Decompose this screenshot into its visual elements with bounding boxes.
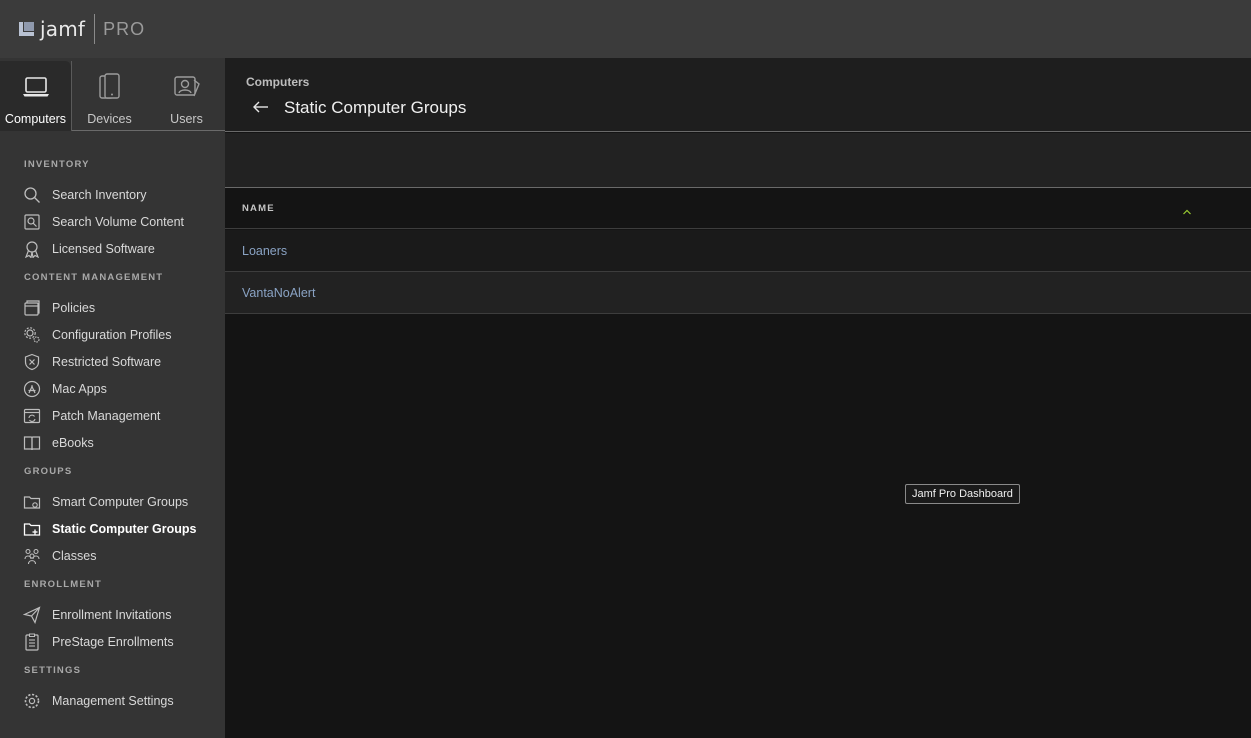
sidebar-item-label: eBooks (52, 436, 94, 450)
jamf-logo-mark-icon (18, 20, 36, 38)
logo-divider (94, 14, 96, 44)
sidebar-item-mac-apps[interactable]: Mac Apps (22, 378, 107, 400)
group-link[interactable]: VantaNoAlert (242, 286, 315, 300)
tab-computers[interactable]: Computers (0, 61, 71, 131)
sidebar-item-label: Enrollment Invitations (52, 608, 172, 622)
back-arrow-icon[interactable] (252, 98, 270, 116)
volume-content-icon (22, 212, 42, 232)
sidebar-item-label: Mac Apps (52, 382, 107, 396)
sidebar-item-classes[interactable]: Classes (22, 545, 96, 567)
column-header-name[interactable]: NAME (242, 203, 275, 214)
sidebar-item-label: Patch Management (52, 409, 161, 423)
sidebar: Computers Devices Users INVENTORY Search… (0, 58, 225, 738)
tab-label: Computers (4, 112, 67, 126)
tab-devices[interactable]: Devices (72, 61, 147, 131)
sidebar-item-licensed-software[interactable]: Licensed Software (22, 238, 155, 260)
breadcrumb[interactable]: Computers (246, 75, 309, 89)
sidebar-item-label: Policies (52, 301, 96, 315)
sidebar-item-enrollment-invitations[interactable]: Enrollment Invitations (22, 604, 172, 626)
book-icon (22, 433, 42, 453)
checklist-icon (22, 632, 42, 652)
section-content-management: CONTENT MANAGEMENT (24, 272, 164, 283)
group-link[interactable]: Loaners (242, 244, 287, 258)
sidebar-item-label: Licensed Software (52, 242, 155, 256)
sidebar-item-label: Classes (52, 549, 97, 563)
paper-plane-icon (22, 605, 42, 625)
sidebar-item-management-settings[interactable]: Management Settings (22, 690, 174, 712)
tab-divider (71, 130, 225, 131)
table-row: VantaNoAlert (225, 272, 1251, 314)
page-header: Computers Static Computer Groups (225, 58, 1251, 132)
section-inventory: INVENTORY (24, 159, 90, 170)
jamf-pro-logo[interactable]: jamf PRO (18, 13, 145, 45)
top-bar: jamf PRO (0, 0, 1251, 58)
sidebar-item-label: Search Volume Content (52, 215, 185, 229)
tab-divider (71, 61, 72, 131)
sidebar-item-static-computer-groups[interactable]: Static Computer Groups (22, 518, 196, 540)
gears-icon (22, 325, 42, 345)
table-header: NAME (225, 189, 1251, 229)
sidebar-item-label: Smart Computer Groups (52, 495, 189, 509)
section-groups: GROUPS (24, 466, 73, 477)
sort-ascending-icon[interactable] (1181, 204, 1193, 215)
table-row: Loaners (225, 230, 1251, 272)
sidebar-item-label: Management Settings (52, 694, 174, 708)
smart-folder-icon (22, 492, 42, 512)
laptop-icon (21, 72, 51, 102)
license-badge-icon (22, 239, 42, 259)
gear-icon (22, 691, 42, 711)
app-store-icon (22, 379, 42, 399)
sidebar-item-label: Static Computer Groups (52, 522, 197, 536)
nav-tabs: Computers Devices Users (0, 61, 225, 131)
section-settings: SETTINGS (24, 665, 82, 676)
logo-suffix: PRO (103, 18, 146, 39)
tooltip: Jamf Pro Dashboard (905, 484, 1020, 504)
sidebar-item-configuration-profiles[interactable]: Configuration Profiles (22, 324, 172, 346)
page-title: Static Computer Groups (284, 98, 467, 117)
tab-label: Devices (87, 112, 132, 126)
tab-label: Users (170, 112, 203, 126)
sidebar-item-policies[interactable]: Policies (22, 297, 95, 319)
sidebar-item-search-inventory[interactable]: Search Inventory (22, 184, 147, 206)
user-card-icon (172, 72, 202, 102)
logo-word: jamf (40, 17, 86, 41)
main-content: Computers Static Computer Groups NAME Lo… (225, 58, 1251, 738)
people-group-icon (22, 546, 42, 566)
patch-window-icon (22, 406, 42, 426)
toolbar (225, 133, 1251, 188)
sidebar-item-patch-management[interactable]: Patch Management (22, 405, 160, 427)
sidebar-item-ebooks[interactable]: eBooks (22, 432, 94, 454)
shield-x-icon (22, 352, 42, 372)
sidebar-item-smart-computer-groups[interactable]: Smart Computer Groups (22, 491, 188, 513)
policies-icon (22, 298, 42, 318)
section-enrollment: ENROLLMENT (24, 579, 102, 590)
tab-users[interactable]: Users (148, 61, 225, 131)
search-icon (22, 185, 42, 205)
sidebar-item-search-volume-content[interactable]: Search Volume Content (22, 211, 184, 233)
sidebar-item-label: Configuration Profiles (52, 328, 172, 342)
mobile-devices-icon (95, 72, 125, 102)
sidebar-item-label: Restricted Software (52, 355, 162, 369)
sidebar-item-restricted-software[interactable]: Restricted Software (22, 351, 161, 373)
folder-plus-icon (22, 519, 42, 539)
sidebar-item-prestage-enrollments[interactable]: PreStage Enrollments (22, 631, 174, 653)
sidebar-item-label: Search Inventory (52, 188, 147, 202)
sidebar-item-label: PreStage Enrollments (52, 635, 174, 649)
